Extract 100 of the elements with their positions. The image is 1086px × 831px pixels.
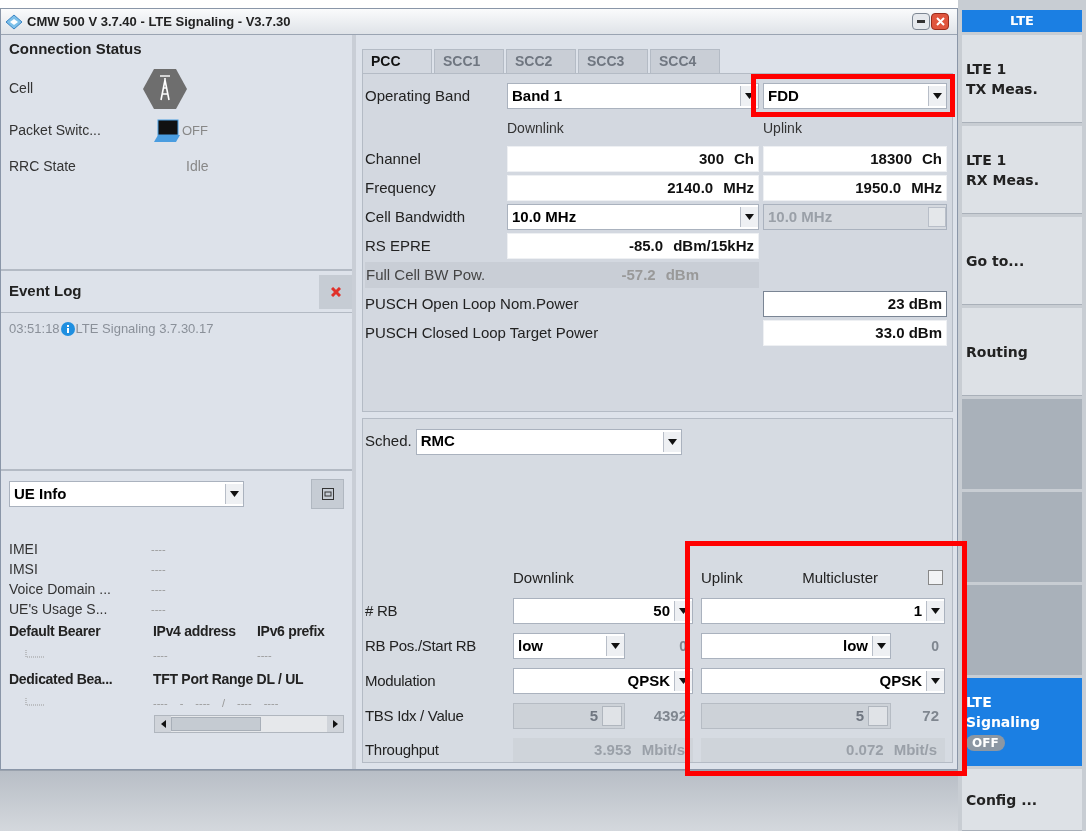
column-header: Downlink bbox=[513, 567, 575, 588]
app-logo-icon bbox=[5, 13, 23, 30]
panel-header: LTE bbox=[962, 10, 1082, 32]
caret-icon bbox=[931, 608, 940, 614]
value-dropdown[interactable]: QPSK bbox=[513, 668, 693, 694]
cell-tower-icon bbox=[142, 67, 188, 110]
scheduler-dropdown[interactable]: RMC bbox=[415, 428, 682, 455]
field-label: RS EPRE bbox=[365, 235, 432, 256]
log-time: 03:51:18 bbox=[9, 320, 60, 338]
ue-info-dropdown[interactable]: UE Info bbox=[9, 481, 244, 507]
value-field[interactable]: 23 dBm bbox=[763, 291, 947, 317]
caret-icon bbox=[933, 93, 942, 99]
field-label: Frequency bbox=[365, 177, 437, 198]
softkey-button[interactable]: Go to... bbox=[962, 217, 1082, 305]
info-value: ---- bbox=[151, 581, 166, 597]
bearer-value: ---- bbox=[153, 647, 169, 663]
tbs-value: 4392 bbox=[652, 705, 688, 726]
duplex-mode-dropdown[interactable]: FDD bbox=[763, 83, 947, 109]
clear-log-button[interactable] bbox=[319, 274, 352, 309]
bearer-value: ---- bbox=[263, 695, 279, 711]
laptop-icon bbox=[154, 118, 180, 143]
scroll-thumb[interactable] bbox=[171, 717, 261, 731]
status-label: Packet Switc... bbox=[9, 121, 102, 140]
scroll-right-button[interactable] bbox=[327, 716, 343, 732]
field-label: # RB bbox=[365, 600, 399, 621]
column-header: Downlink bbox=[507, 118, 565, 138]
close-icon bbox=[935, 17, 945, 26]
tree-connector-icon bbox=[23, 698, 47, 708]
value-dropdown[interactable]: 1 bbox=[701, 598, 945, 624]
column-header: TFT Port Range DL / UL bbox=[153, 669, 304, 689]
value-field[interactable]: 33.0 dBm bbox=[763, 320, 947, 346]
minimize-button[interactable] bbox=[912, 13, 930, 30]
position-dropdown[interactable]: low bbox=[701, 633, 891, 659]
softkey-button[interactable]: LTE 1 TX Meas. bbox=[962, 35, 1082, 123]
caret-icon bbox=[931, 678, 940, 684]
close-icon bbox=[330, 286, 341, 297]
close-button[interactable] bbox=[931, 13, 949, 30]
field-label: Cell Bandwidth bbox=[365, 206, 467, 227]
field-label: Operating Band bbox=[365, 85, 472, 106]
status-label: Cell bbox=[9, 79, 35, 98]
caret-icon bbox=[745, 214, 754, 220]
value-field[interactable]: -85.0 dBm/15kHz bbox=[507, 233, 759, 259]
bearer-value: / bbox=[222, 695, 226, 711]
info-label: Voice Domain ... bbox=[9, 579, 112, 599]
column-header: Default Bearer bbox=[9, 621, 102, 641]
value-field[interactable]: 18300 Ch bbox=[763, 146, 947, 172]
start-value: 0 bbox=[930, 636, 940, 656]
column-header: Dedicated Bea... bbox=[9, 669, 114, 689]
horizontal-scrollbar[interactable] bbox=[154, 715, 344, 733]
column-header: Uplink bbox=[701, 567, 743, 588]
readout-bar: Full Cell BW Pow. -57.2 dBm bbox=[365, 262, 759, 288]
softkey-button[interactable]: Config ... bbox=[962, 769, 1082, 831]
column-header: IPv6 prefix bbox=[257, 621, 325, 641]
position-dropdown[interactable]: low bbox=[513, 633, 625, 659]
softkey-button[interactable]: LTE 1 RX Meas. bbox=[962, 126, 1082, 214]
bearer-value: ---- bbox=[195, 695, 210, 711]
value-field[interactable]: 1950.0 MHz bbox=[763, 175, 947, 201]
field-label: PUSCH Open Loop Nom.Power bbox=[365, 293, 580, 314]
bandwidth-dropdown[interactable]: 10.0 MHz bbox=[507, 204, 759, 230]
info-value: ---- bbox=[151, 541, 166, 557]
tree-connector-icon bbox=[23, 650, 47, 660]
value-field[interactable]: 300 Ch bbox=[507, 146, 759, 172]
tab[interactable]: PCC bbox=[362, 49, 432, 73]
caret-right-icon bbox=[332, 720, 338, 728]
field-label: Channel bbox=[365, 148, 422, 169]
band-dropdown[interactable]: Band 1 bbox=[507, 83, 759, 109]
checkbox[interactable] bbox=[928, 570, 943, 586]
log-message: LTE Signaling 3.7.30.17 bbox=[75, 320, 214, 338]
section-title: Event Log bbox=[9, 281, 83, 302]
field-label: RB Pos./Start RB bbox=[365, 635, 478, 656]
value-dropdown[interactable]: QPSK bbox=[701, 668, 945, 694]
value-dropdown[interactable]: 50 bbox=[513, 598, 693, 624]
bearer-value: ---- bbox=[257, 647, 272, 663]
caret-icon bbox=[611, 643, 620, 649]
info-label: IMEI bbox=[9, 539, 39, 559]
status-badge: OFF bbox=[966, 735, 1005, 751]
bearer-value: ---- bbox=[153, 695, 168, 711]
caret-icon bbox=[679, 678, 688, 684]
column-header: IPv4 address bbox=[153, 621, 237, 641]
minimize-icon bbox=[917, 20, 925, 23]
tbs-index-field: 5 bbox=[701, 703, 891, 729]
info-value: ---- bbox=[151, 561, 166, 577]
window-title: CMW 500 V 3.7.40 - LTE Signaling - V3.7.30 bbox=[27, 12, 292, 31]
field-label: TBS Idx / Value bbox=[365, 705, 465, 726]
info-label: IMSI bbox=[9, 559, 39, 579]
bearer-value: ---- bbox=[237, 695, 252, 711]
caret-left-icon bbox=[160, 720, 166, 728]
field-label: Sched. bbox=[365, 431, 412, 452]
scroll-left-button[interactable] bbox=[155, 716, 171, 732]
caret-icon bbox=[679, 608, 688, 614]
section-title: Connection Status bbox=[9, 39, 143, 59]
value-field[interactable]: 2140.0 MHz bbox=[507, 175, 759, 201]
caret-icon bbox=[230, 491, 239, 497]
softkey-button[interactable]: Routing bbox=[962, 308, 1082, 396]
bearer-value: - bbox=[179, 695, 184, 711]
panel-toggle-button[interactable] bbox=[311, 479, 344, 509]
caret-icon bbox=[667, 438, 677, 445]
tbs-index-field: 5 bbox=[513, 703, 625, 729]
field-label: Throughput bbox=[365, 739, 440, 760]
caret-icon bbox=[745, 93, 754, 99]
